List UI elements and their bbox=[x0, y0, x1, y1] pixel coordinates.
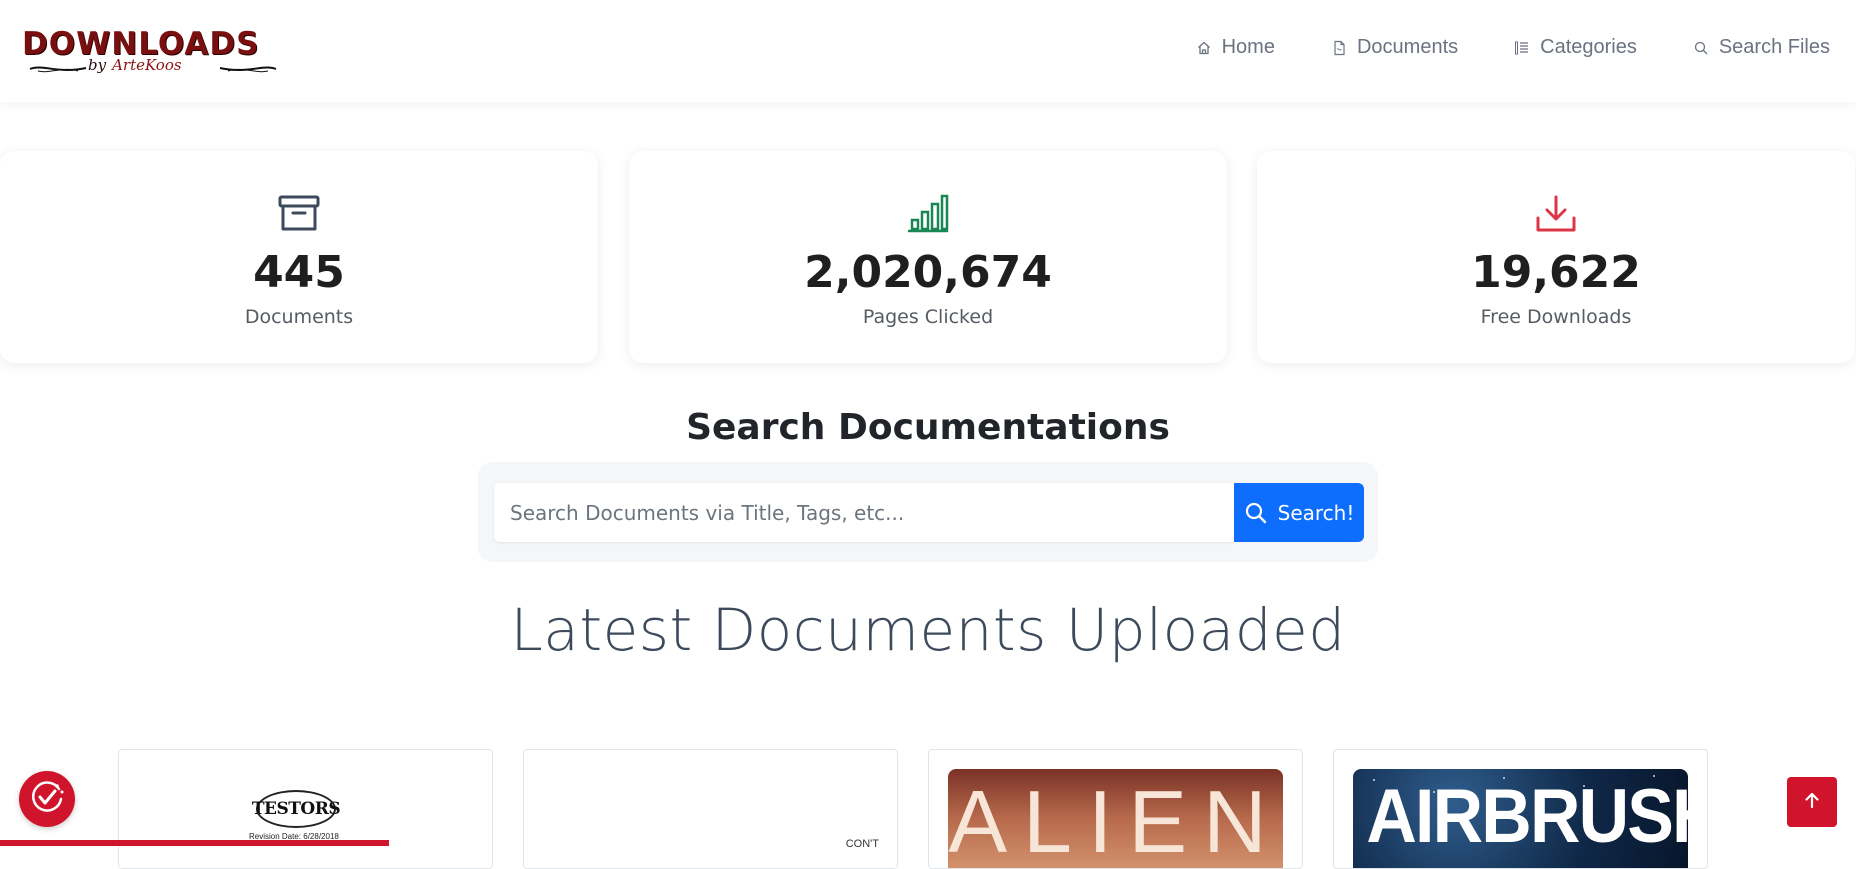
stat-value: 2,020,674 bbox=[804, 247, 1052, 298]
document-thumbnail: TESTORS bbox=[252, 790, 341, 828]
consent-check-icon bbox=[27, 777, 67, 821]
thumbnail-text: ALIEN bbox=[948, 772, 1283, 869]
stat-value: 19,622 bbox=[1471, 247, 1641, 298]
nav-categories[interactable]: Categories bbox=[1514, 36, 1637, 59]
document-icon bbox=[1331, 40, 1347, 56]
home-icon bbox=[1196, 40, 1212, 56]
back-to-top-button[interactable] bbox=[1787, 777, 1837, 827]
bar-chart-icon bbox=[906, 194, 950, 234]
main-nav: Home Documents Categories Search Files bbox=[1140, 36, 1830, 59]
stat-value: 445 bbox=[253, 247, 345, 298]
thumbnail-text: CON'T bbox=[845, 838, 879, 850]
stats-section: 445 Documents 2,020,674 Pages Clicked 19… bbox=[0, 151, 1856, 363]
brand-subtitle: by ArteKoos bbox=[88, 56, 182, 74]
brand-by: by bbox=[88, 56, 107, 74]
brand-name: ArteKoos bbox=[112, 56, 182, 74]
thumbnail-text: TESTORS bbox=[251, 799, 341, 819]
list-icon bbox=[1514, 40, 1530, 56]
logo-flourish-left bbox=[29, 66, 87, 73]
search-input[interactable] bbox=[494, 483, 1234, 542]
document-card[interactable]: TESTORS Revision Date: 6/28/2018 bbox=[118, 749, 493, 869]
nav-categories-label: Categories bbox=[1540, 36, 1637, 58]
search-button[interactable]: Search! bbox=[1234, 483, 1364, 542]
nav-search-files[interactable]: Search Files bbox=[1693, 36, 1830, 59]
brand-logo[interactable]: DOWNLOADS by ArteKoos bbox=[22, 28, 282, 78]
search-form: Search! bbox=[478, 462, 1378, 562]
nav-documents[interactable]: Documents bbox=[1331, 36, 1458, 59]
stat-card-free-downloads: 19,622 Free Downloads bbox=[1257, 151, 1855, 363]
document-card[interactable]: ALIEN bbox=[928, 749, 1303, 869]
nav-home-label: Home bbox=[1221, 36, 1275, 58]
stat-card-documents: 445 Documents bbox=[0, 151, 598, 363]
search-title: Search Documentations bbox=[686, 407, 1170, 448]
document-thumbnail: AIRBRUSH bbox=[1353, 769, 1688, 868]
document-thumbnail: ALIEN bbox=[948, 769, 1283, 869]
stat-label: Documents bbox=[244, 306, 354, 328]
document-card[interactable]: CON'T bbox=[523, 749, 898, 869]
stat-label: Pages Clicked bbox=[862, 306, 994, 328]
logo-flourish-right bbox=[219, 66, 277, 73]
search-icon bbox=[1693, 40, 1709, 56]
stat-card-pages-clicked: 2,020,674 Pages Clicked bbox=[629, 151, 1227, 363]
stat-label: Free Downloads bbox=[1480, 306, 1632, 328]
nav-search-files-label: Search Files bbox=[1718, 36, 1830, 58]
nav-home[interactable]: Home bbox=[1196, 36, 1275, 59]
search-button-label: Search! bbox=[1277, 500, 1355, 525]
archive-box-icon bbox=[277, 194, 321, 234]
cookie-consent-button[interactable] bbox=[19, 771, 75, 827]
arrow-up-icon bbox=[1803, 791, 1821, 813]
thumbnail-text: AIRBRUSH bbox=[1366, 774, 1688, 859]
nav-documents-label: Documents bbox=[1356, 36, 1459, 58]
document-card[interactable]: AIRBRUSH bbox=[1333, 749, 1708, 869]
reading-progress-bar bbox=[0, 840, 389, 846]
download-icon bbox=[1534, 194, 1578, 234]
site-header: DOWNLOADS by ArteKoos Home Documents Cat… bbox=[0, 0, 1856, 102]
search-icon bbox=[1244, 501, 1268, 525]
latest-documents-title: Latest Documents Uploaded bbox=[510, 596, 1346, 664]
